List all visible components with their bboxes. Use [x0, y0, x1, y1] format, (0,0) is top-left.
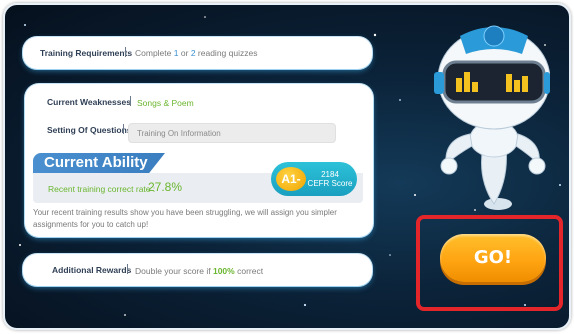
divider	[130, 96, 131, 106]
feedback-text: Your recent training results show you ha…	[33, 208, 337, 229]
requirement-or: or	[180, 48, 189, 58]
divider	[127, 264, 128, 274]
setting-of-questions-field[interactable]: Training On Information	[128, 123, 336, 143]
divider	[123, 124, 124, 134]
requirement-suffix: reading quizzes	[197, 48, 258, 58]
weaknesses-label: Current Weaknesses	[47, 97, 131, 107]
rewards-percent: 100%	[212, 266, 235, 276]
rewards-suffix: correct	[237, 266, 264, 276]
setting-label: Setting Of Questions	[47, 125, 132, 135]
cefr-score-label: CEFR Score	[307, 179, 353, 188]
requirement-min-count: 1	[173, 48, 179, 58]
correct-rate-value: 27.8%	[148, 180, 183, 194]
additional-rewards-label: Additional Rewards	[52, 265, 132, 275]
requirement-prefix: Complete	[135, 48, 172, 58]
weaknesses-value: Songs & Poem	[137, 98, 194, 108]
divider	[125, 47, 126, 57]
robot-mascot-icon	[434, 25, 550, 210]
ability-title: Current Ability	[44, 154, 148, 171]
go-button[interactable]: GO!	[440, 234, 546, 282]
cefr-level-badge: A1-	[276, 167, 306, 191]
training-requirements-label: Training Requirements	[40, 48, 133, 58]
cefr-score-value: 2184	[321, 170, 339, 179]
additional-rewards-value: Double your score if 100% correct	[135, 266, 263, 276]
training-requirements-value: Complete 1 or 2 reading quizzes	[135, 48, 257, 58]
rewards-prefix: Double your score if	[135, 266, 211, 276]
requirement-max-count: 2	[190, 48, 196, 58]
correct-rate-label: Recent training correct rate :	[48, 184, 156, 194]
